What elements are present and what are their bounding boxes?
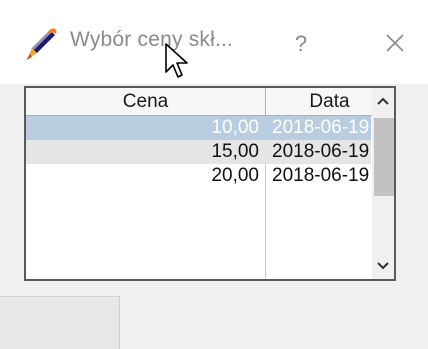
- close-icon: [386, 34, 404, 52]
- title-bar: Wybór ceny skł... ?: [0, 0, 428, 84]
- scroll-down-button[interactable]: [372, 253, 394, 279]
- column-header-cena[interactable]: Cena: [26, 88, 266, 116]
- vertical-scrollbar[interactable]: [372, 88, 394, 279]
- cell-cena: 20,00: [211, 165, 259, 186]
- close-button[interactable]: [370, 22, 420, 66]
- price-grid[interactable]: Cena Data 10,00 2018-06-19 15,00 2018-06…: [24, 86, 396, 281]
- grid-header: Cena Data: [26, 88, 394, 116]
- cell-cena: 15,00: [211, 141, 259, 162]
- table-row[interactable]: 10,00 2018-06-19: [26, 116, 371, 140]
- scroll-thumb[interactable]: [374, 118, 394, 196]
- price-selection-dialog: Wybór ceny skł... ? Cena Data 10,00 2018…: [0, 0, 428, 349]
- help-button[interactable]: ?: [276, 22, 326, 66]
- cell-data: 2018-06-19: [272, 165, 370, 186]
- table-row[interactable]: 20,00 2018-06-19: [26, 164, 371, 188]
- grid-body: 10,00 2018-06-19 15,00 2018-06-19 20,00 …: [26, 116, 371, 188]
- cell-cena: 10,00: [211, 117, 259, 138]
- chevron-up-icon: [377, 97, 389, 105]
- mouse-cursor-icon: [164, 42, 194, 82]
- chevron-down-icon: [377, 262, 389, 270]
- cell-data: 2018-06-19: [272, 141, 370, 162]
- table-row[interactable]: 15,00 2018-06-19: [26, 140, 371, 164]
- pencil-flame-icon: [22, 24, 60, 62]
- window-title: Wybór ceny skł...: [70, 28, 234, 51]
- scroll-up-button[interactable]: [372, 88, 394, 114]
- cell-data: 2018-06-19: [272, 117, 370, 138]
- dialog-button[interactable]: [0, 296, 120, 349]
